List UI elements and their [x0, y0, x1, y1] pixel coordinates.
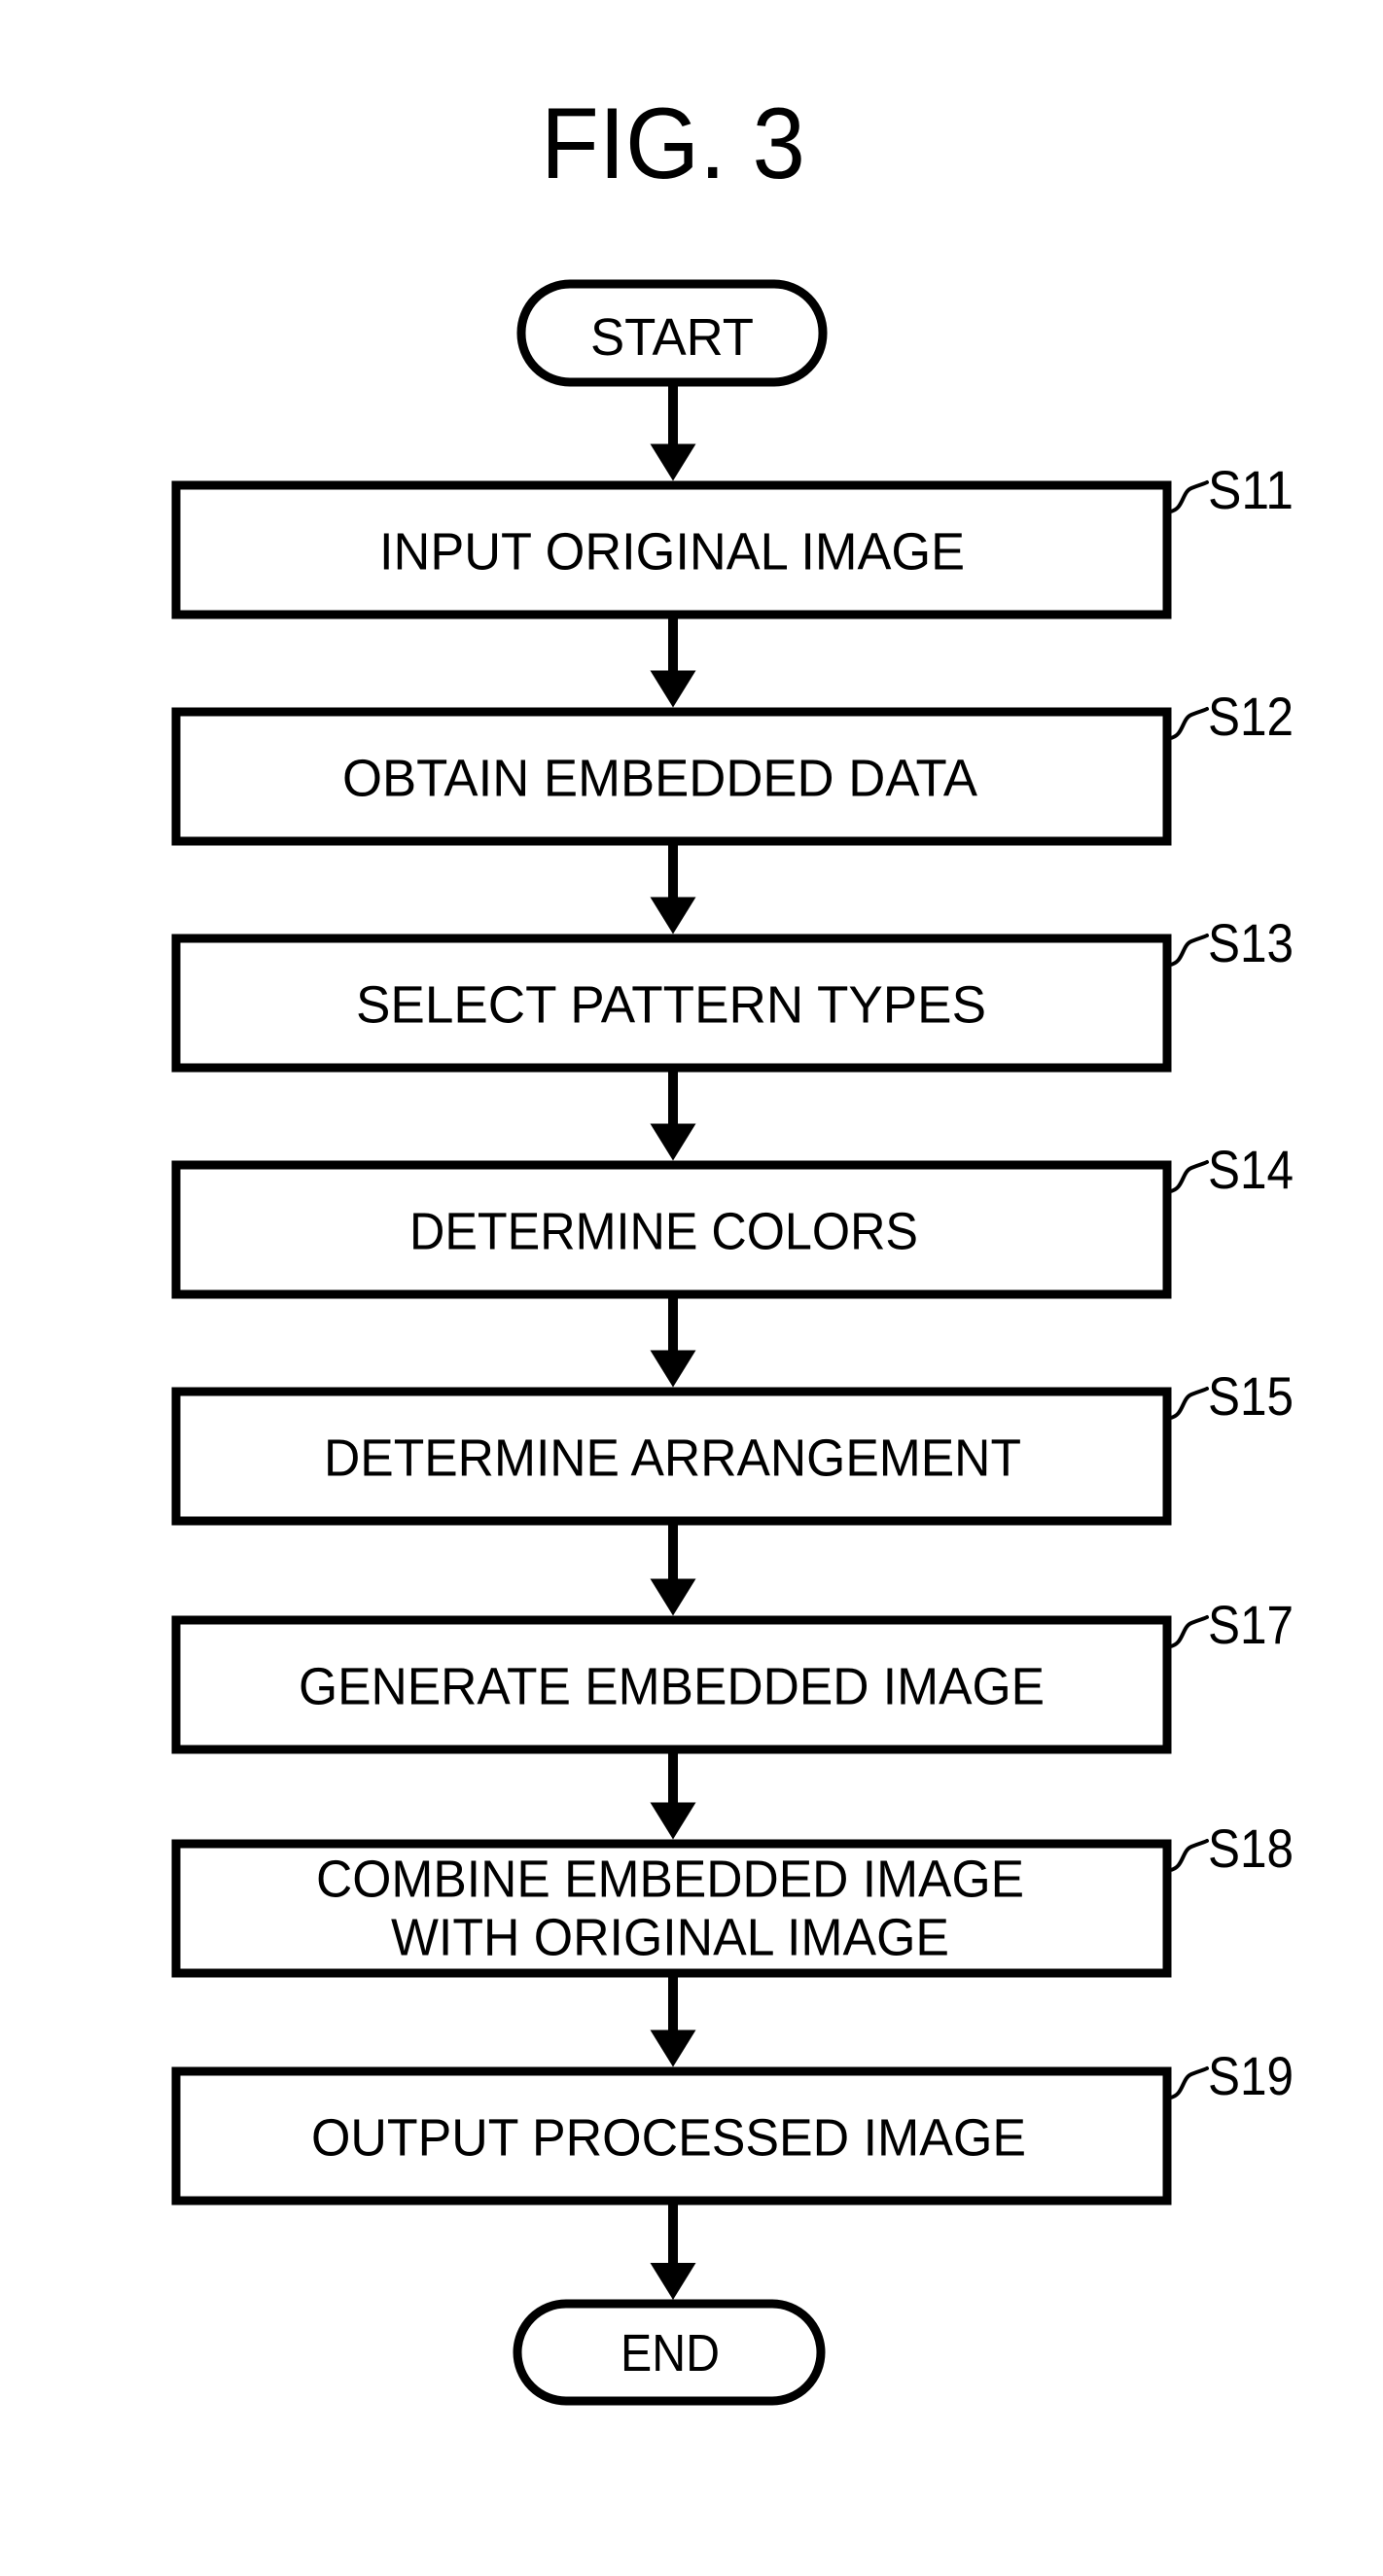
process-step-label: COMBINE EMBEDDED IMAGE [316, 1851, 1024, 1909]
process-step: COMBINE EMBEDDED IMAGEWITH ORIGINAL IMAG… [171, 1817, 1294, 1978]
process-step-label: GENERATE EMBEDDED IMAGE [299, 1658, 1045, 1716]
arrow-shaft [668, 1753, 678, 1805]
arrow-shaft [668, 1298, 678, 1353]
arrow-shaft [668, 1525, 678, 1581]
arrow-shaft [668, 2205, 678, 2265]
step-id-label: S12 [1208, 686, 1294, 747]
arrow-shaft [668, 845, 678, 900]
process-step-label: DETERMINE ARRANGEMENT [324, 1429, 1021, 1488]
process-step: DETERMINE COLORS S14 [171, 1139, 1294, 1299]
end-terminal: END [513, 2299, 826, 2406]
figure-title: FIG. 3 [541, 88, 805, 200]
step-id-label: S11 [1208, 459, 1294, 520]
flowchart-diagram: FIG. 3 START INPUT ORIGINAL IMAGE S11 OBTA… [0, 0, 1383, 2576]
process-step: DETERMINE ARRANGEMENT S15 [171, 1365, 1294, 1526]
end-label: END [621, 2324, 720, 2382]
step-id-label: S17 [1208, 1594, 1294, 1655]
process-step-label: WITH ORIGINAL IMAGE [391, 1909, 949, 1967]
process-step: OBTAIN EMBEDDED DATA S12 [171, 686, 1294, 846]
process-step-label: INPUT ORIGINAL IMAGE [379, 523, 965, 582]
process-step: GENERATE EMBEDDED IMAGE S17 [171, 1594, 1294, 1754]
process-step-label: OBTAIN EMBEDDED DATA [342, 750, 977, 808]
arrow-shaft [668, 618, 678, 673]
arrow-shaft [668, 386, 678, 446]
step-id-label: S13 [1208, 912, 1294, 973]
step-id-label: S15 [1208, 1365, 1294, 1427]
process-step: OUTPUT PROCESSED IMAGE S19 [171, 2045, 1294, 2205]
arrow-shaft [668, 1977, 678, 2032]
start-label: START [590, 308, 754, 367]
process-step-label: OUTPUT PROCESSED IMAGE [311, 2109, 1026, 2168]
process-step-label: DETERMINE COLORS [409, 1203, 918, 1261]
process-step: SELECT PATTERN TYPES S13 [171, 912, 1294, 1073]
step-id-label: S19 [1208, 2045, 1294, 2106]
step-id-label: S18 [1208, 1817, 1294, 1879]
step-id-label: S14 [1208, 1139, 1294, 1200]
process-step-label: SELECT PATTERN TYPES [356, 976, 986, 1035]
process-step: INPUT ORIGINAL IMAGE S11 [171, 459, 1294, 619]
start-terminal: START [516, 279, 828, 387]
arrow-shaft [668, 1072, 678, 1126]
